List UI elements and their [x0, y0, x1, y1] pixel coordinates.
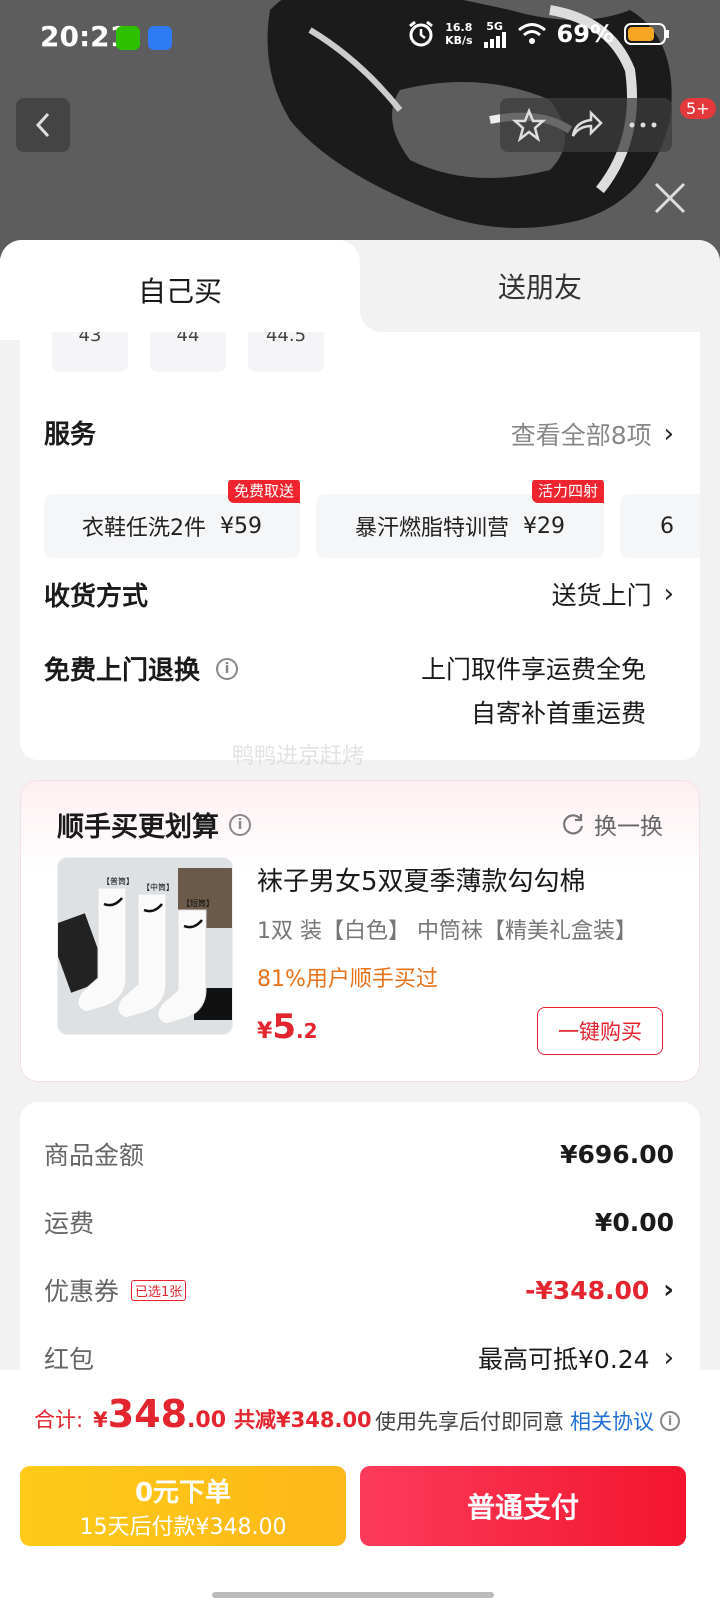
total-saved: 共减¥348.00 — [234, 1408, 372, 1432]
service-item[interactable]: 衣鞋任洗2件 ¥59 免费取送 — [44, 480, 300, 558]
net-speed: 16.8 KB/s — [445, 21, 473, 47]
chevron-right-icon: › — [663, 1343, 674, 1373]
goods-amount-row: 商品金额 ¥696.00 — [44, 1139, 674, 1171]
chevron-right-icon: › — [663, 579, 674, 609]
size-chip[interactable]: 43 — [52, 332, 128, 372]
coupon-selected-tag: 已选1张 — [131, 1279, 187, 1301]
coupon-row[interactable]: 优惠券 已选1张 -¥348.00 › — [44, 1270, 674, 1310]
header-actions — [500, 98, 672, 152]
size-selector: 43 44 44.5 — [52, 332, 324, 372]
message-badge: 5+ — [680, 98, 716, 119]
alarm-icon — [409, 20, 433, 47]
close-icon[interactable] — [652, 180, 688, 216]
sock-tag: 【普筒】 — [102, 876, 134, 886]
app-notification-icon — [148, 26, 172, 50]
back-button[interactable] — [16, 98, 70, 152]
home-indicator[interactable] — [212, 1592, 494, 1598]
shipping-row: 运费 ¥0.00 — [44, 1207, 674, 1239]
addon-product-spec: 1双 装【白色】 中筒袜【精美礼盒装】 — [257, 919, 637, 944]
service-tag: 免费取送 — [227, 480, 300, 503]
chevron-right-icon: › — [663, 1275, 674, 1305]
pay-later-button[interactable]: 0元下单 15天后付款¥348.00 — [20, 1466, 346, 1546]
addon-recommend-card: 顺手买更划算 i 换一换 【普筒】 【中筒】 【短筒】 袜子男女5双夏季薄款勾勾… — [20, 780, 700, 1082]
share-icon[interactable] — [569, 108, 603, 142]
size-chip[interactable]: 44.5 — [248, 332, 324, 372]
addon-title: 顺手买更划算 i — [57, 805, 251, 844]
socks-image: 【普筒】 【中筒】 【短筒】 — [58, 858, 232, 1034]
delivery-method-selector[interactable]: 送货上门 › — [552, 576, 674, 612]
more-icon[interactable] — [626, 108, 660, 142]
signal-icon — [483, 31, 506, 48]
agreement-link[interactable]: 相关协议 — [570, 1406, 654, 1436]
coupon-value: -¥348.00 — [525, 1275, 650, 1305]
free-return-desc: 上门取件享运费全免 自寄补首重运费 — [420, 655, 646, 728]
wifi-icon — [517, 23, 546, 44]
addon-price: ¥5.2 — [257, 1007, 318, 1047]
info-icon[interactable]: i — [216, 657, 239, 680]
service-title: 服务 — [44, 420, 97, 450]
service-list: 衣鞋任洗2件 ¥59 免费取送 暴汗燃脂特训营 ¥29 活力四射 6 — [44, 480, 700, 560]
total-amount: 合计: ¥ 348 .00 共减¥348.00 — [34, 1392, 372, 1436]
agreement-notice: 使用先享后付即同意 相关协议 i — [375, 1406, 680, 1436]
info-icon[interactable]: i — [660, 1411, 680, 1431]
delivery-title: 收货方式 — [44, 582, 149, 612]
free-return-title: 免费上门退换 i — [44, 650, 239, 687]
info-icon[interactable]: i — [229, 813, 251, 836]
network-type: 5G — [486, 19, 503, 33]
sock-product-image[interactable]: 【普筒】 【中筒】 【短筒】 — [57, 857, 233, 1035]
star-icon[interactable] — [511, 108, 546, 142]
checkout-bottom-bar: 合计: ¥ 348 .00 共减¥348.00 使用先享后付即同意 相关协议 i… — [0, 1370, 720, 1600]
tab-bar: 自己买 送朋友 — [0, 240, 720, 340]
addon-bought-percent: 81%用户顺手买过 — [257, 967, 438, 992]
normal-pay-button[interactable]: 普通支付 — [360, 1466, 686, 1546]
size-chip[interactable]: 44 — [150, 332, 226, 372]
one-click-buy-button[interactable]: 一键购买 — [537, 1007, 663, 1055]
order-options-card: 43 44 44.5 服务 查看全部8项 › 衣鞋任洗2件 ¥59 免费取送 暴汗… — [20, 332, 700, 760]
watermark: 鸭鸭进京赶烤 — [232, 744, 365, 769]
tab-gift-to-friend[interactable]: 送朋友 — [360, 240, 720, 332]
tab-buy-for-self[interactable]: 自己买 — [0, 240, 382, 340]
chevron-left-icon — [35, 112, 50, 138]
view-all-services[interactable]: 查看全部8项 › — [511, 416, 674, 452]
battery-icon — [624, 23, 669, 45]
sock-tag: 【短筒】 — [182, 898, 214, 908]
addon-product-name[interactable]: 袜子男女5双夏季薄款勾勾棉 — [257, 861, 586, 898]
service-tag: 活力四射 — [531, 480, 604, 503]
refresh-icon — [563, 814, 584, 835]
service-item[interactable]: 暴汗燃脂特训营 ¥29 活力四射 — [316, 480, 604, 558]
service-item[interactable]: 6 — [620, 494, 700, 558]
sock-tag: 【中筒】 — [142, 882, 174, 892]
status-bar: 20:21 16.8 KB/s 5G 69% — [0, 0, 720, 76]
chevron-right-icon: › — [663, 419, 674, 449]
wechat-icon — [116, 26, 140, 50]
battery-percent: 69% — [556, 20, 614, 48]
swap-button[interactable]: 换一换 — [560, 807, 663, 841]
